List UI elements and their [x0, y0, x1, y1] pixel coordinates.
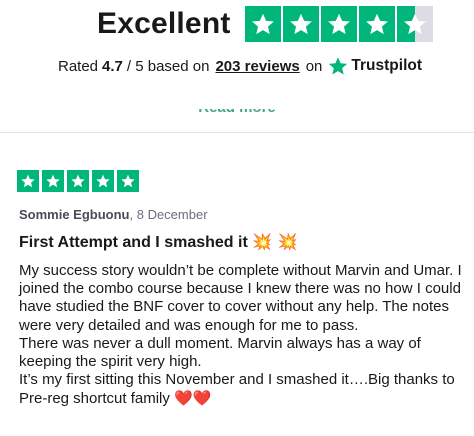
- summary-prefix: Rated: [58, 57, 99, 75]
- review-paragraph: There was never a dull moment. Marvin al…: [19, 334, 421, 371]
- read-more-fade: [0, 96, 474, 109]
- trustpilot-logo[interactable]: Trustpilot: [328, 56, 422, 76]
- review-paragraph: My success story wouldn’t be complete wi…: [19, 262, 462, 334]
- star-icon: [117, 170, 139, 192]
- star-icon: [42, 170, 64, 192]
- star-icon: [67, 170, 89, 192]
- reviews-count-link[interactable]: 203 reviews: [215, 58, 299, 75]
- overall-rating: Excellent: [97, 5, 433, 43]
- rating-word: Excellent: [97, 7, 231, 40]
- review-title: First Attempt and I smashed it 💥 💥: [19, 232, 298, 252]
- star-icon: [244, 6, 281, 42]
- star-icon: [320, 6, 357, 42]
- star-icon: [282, 6, 319, 42]
- summary-on: on: [305, 57, 323, 75]
- overall-star-rating: [244, 6, 433, 42]
- star-icon: [17, 170, 39, 192]
- heart-emoji-icon: ❤️❤️: [174, 389, 212, 408]
- rating-summary-line: Rated 4.7 / 5 based on 203 reviews on Tr…: [58, 54, 422, 78]
- collision-emoji-icon: 💥 💥: [252, 232, 298, 251]
- star-icon: [92, 170, 114, 192]
- review-paragraph: It’s my first sitting this November and …: [19, 371, 464, 408]
- average-score: 4.7: [102, 57, 123, 75]
- review-body: My success story wouldn’t be complete wi…: [19, 262, 464, 409]
- review-date: , 8 December: [129, 207, 208, 222]
- reviewer-name[interactable]: Sommie Egbuonu: [19, 207, 130, 222]
- review-paragraph-text: It’s my first sitting this November and …: [19, 371, 455, 408]
- half-star-icon: [396, 6, 433, 42]
- review-star-rating: [17, 170, 139, 192]
- trustpilot-wordmark: Trustpilot: [351, 57, 423, 74]
- trustpilot-star-icon: [329, 57, 348, 75]
- review-title-text: First Attempt and I smashed it: [19, 234, 248, 251]
- star-icon: [358, 6, 395, 42]
- summary-middle: / 5 based on: [126, 57, 210, 75]
- rating-summary-header: Excellent Rated 4.7 / 5 based on 203 rev…: [0, 0, 474, 133]
- review-meta: Sommie Egbuonu, 8 December: [19, 207, 208, 222]
